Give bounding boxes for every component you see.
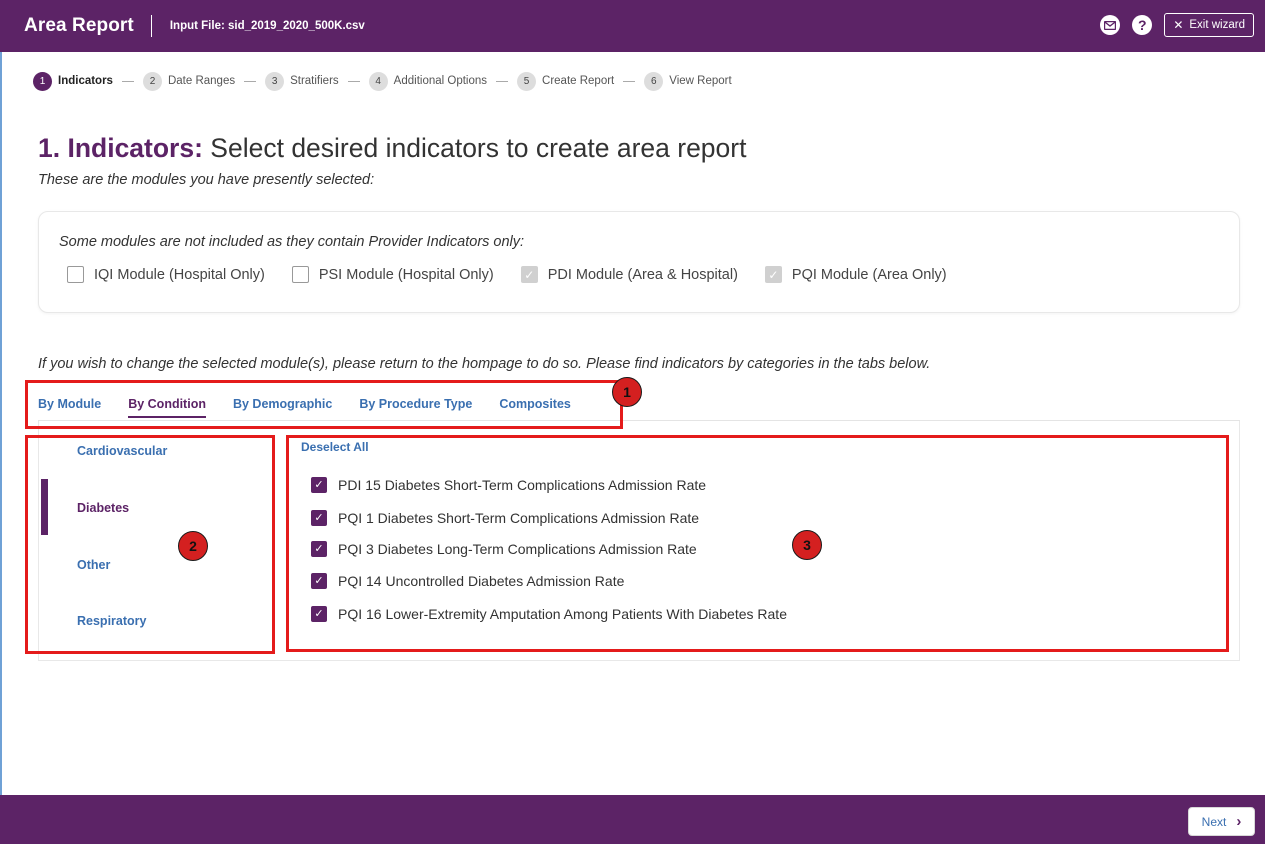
page-title-step: 1. Indicators:: [38, 133, 203, 163]
step-label: View Report: [669, 75, 732, 87]
module-note: Some modules are not included as they co…: [59, 234, 525, 250]
top-bar: Area Report Input File: sid_2019_2020_50…: [0, 0, 1265, 52]
step-number: 3: [265, 71, 285, 91]
top-bar-actions: ? ✕ Exit wizard: [1100, 13, 1254, 37]
step-number: 4: [368, 71, 388, 91]
exit-wizard-button[interactable]: ✕ Exit wizard: [1164, 13, 1254, 37]
exit-wizard-label: Exit wizard: [1189, 19, 1245, 31]
annotation-box-categories: [25, 435, 275, 654]
checkbox-disabled: ✓: [520, 266, 538, 283]
checkbox[interactable]: [291, 266, 309, 283]
annotation-badge-1: 1: [612, 377, 642, 407]
module-label: PQI Module (Area Only): [791, 266, 947, 283]
mail-glyph-icon: [1104, 20, 1117, 30]
help-icon[interactable]: ?: [1132, 15, 1153, 35]
step-stratifiers[interactable]: 3 Stratifiers: [265, 71, 339, 91]
title-divider: [150, 15, 152, 37]
annotation-badge-2: 2: [178, 531, 208, 561]
module-label: PSI Module (Hospital Only): [318, 266, 494, 283]
chevron-right-icon: ›: [1236, 813, 1242, 830]
step-connector: [121, 80, 134, 82]
checkbox[interactable]: [67, 266, 84, 283]
step-view-report[interactable]: 6 View Report: [644, 71, 732, 91]
app-title: Area Report: [24, 15, 134, 36]
step-indicators[interactable]: 1 Indicators: [33, 71, 113, 91]
step-number: 1: [33, 71, 52, 91]
step-label: Date Ranges: [167, 75, 236, 87]
annotation-badge-3: 3: [792, 530, 822, 560]
annotation-box-tabs: [25, 380, 623, 429]
selected-modules-card: Some modules are not included as they co…: [38, 211, 1240, 313]
module-list: IQI Module (Hospital Only) PSI Module (H…: [67, 266, 974, 283]
step-number: 5: [517, 71, 537, 91]
footer-bar: Next ›: [0, 795, 1265, 844]
module-pqi: ✓ PQI Module (Area Only): [764, 266, 947, 283]
info-text: If you wish to change the selected modul…: [38, 356, 931, 372]
next-button[interactable]: Next ›: [1188, 807, 1255, 836]
module-label: IQI Module (Hospital Only): [94, 266, 265, 283]
step-connector: [623, 80, 636, 82]
annotation-box-indicators: [286, 435, 1229, 652]
page-title-text: Select desired indicators to create area…: [202, 133, 747, 163]
page-subtitle: These are the modules you have presently…: [38, 172, 375, 188]
step-additional-options[interactable]: 4 Additional Options: [368, 71, 488, 91]
input-file-label: Input File: sid_2019_2020_500K.csv: [169, 20, 365, 32]
help-glyph: ?: [1138, 17, 1147, 33]
step-connector: [496, 80, 509, 82]
step-label: Create Report: [542, 75, 615, 87]
step-label: Additional Options: [393, 75, 488, 87]
checkbox-disabled: ✓: [764, 266, 782, 283]
step-label: Stratifiers: [290, 75, 339, 87]
step-number: 6: [644, 71, 664, 91]
next-label: Next: [1201, 814, 1227, 829]
module-label: PDI Module (Area & Hospital): [547, 266, 738, 283]
step-connector: [347, 80, 360, 82]
step-date-ranges[interactable]: 2 Date Ranges: [142, 71, 236, 91]
module-psi[interactable]: PSI Module (Hospital Only): [291, 266, 494, 283]
step-create-report[interactable]: 5 Create Report: [517, 71, 615, 91]
mail-icon[interactable]: [1100, 15, 1121, 35]
module-iqi[interactable]: IQI Module (Hospital Only): [67, 266, 265, 283]
step-number: 2: [142, 71, 162, 91]
close-icon: ✕: [1173, 18, 1184, 32]
page-title: 1. Indicators: Select desired indicators…: [38, 133, 746, 164]
step-label: Indicators: [58, 75, 113, 87]
step-connector: [244, 80, 257, 82]
module-pdi: ✓ PDI Module (Area & Hospital): [520, 266, 738, 283]
wizard-stepper: 1 Indicators 2 Date Ranges 3 Stratifiers…: [33, 70, 732, 92]
